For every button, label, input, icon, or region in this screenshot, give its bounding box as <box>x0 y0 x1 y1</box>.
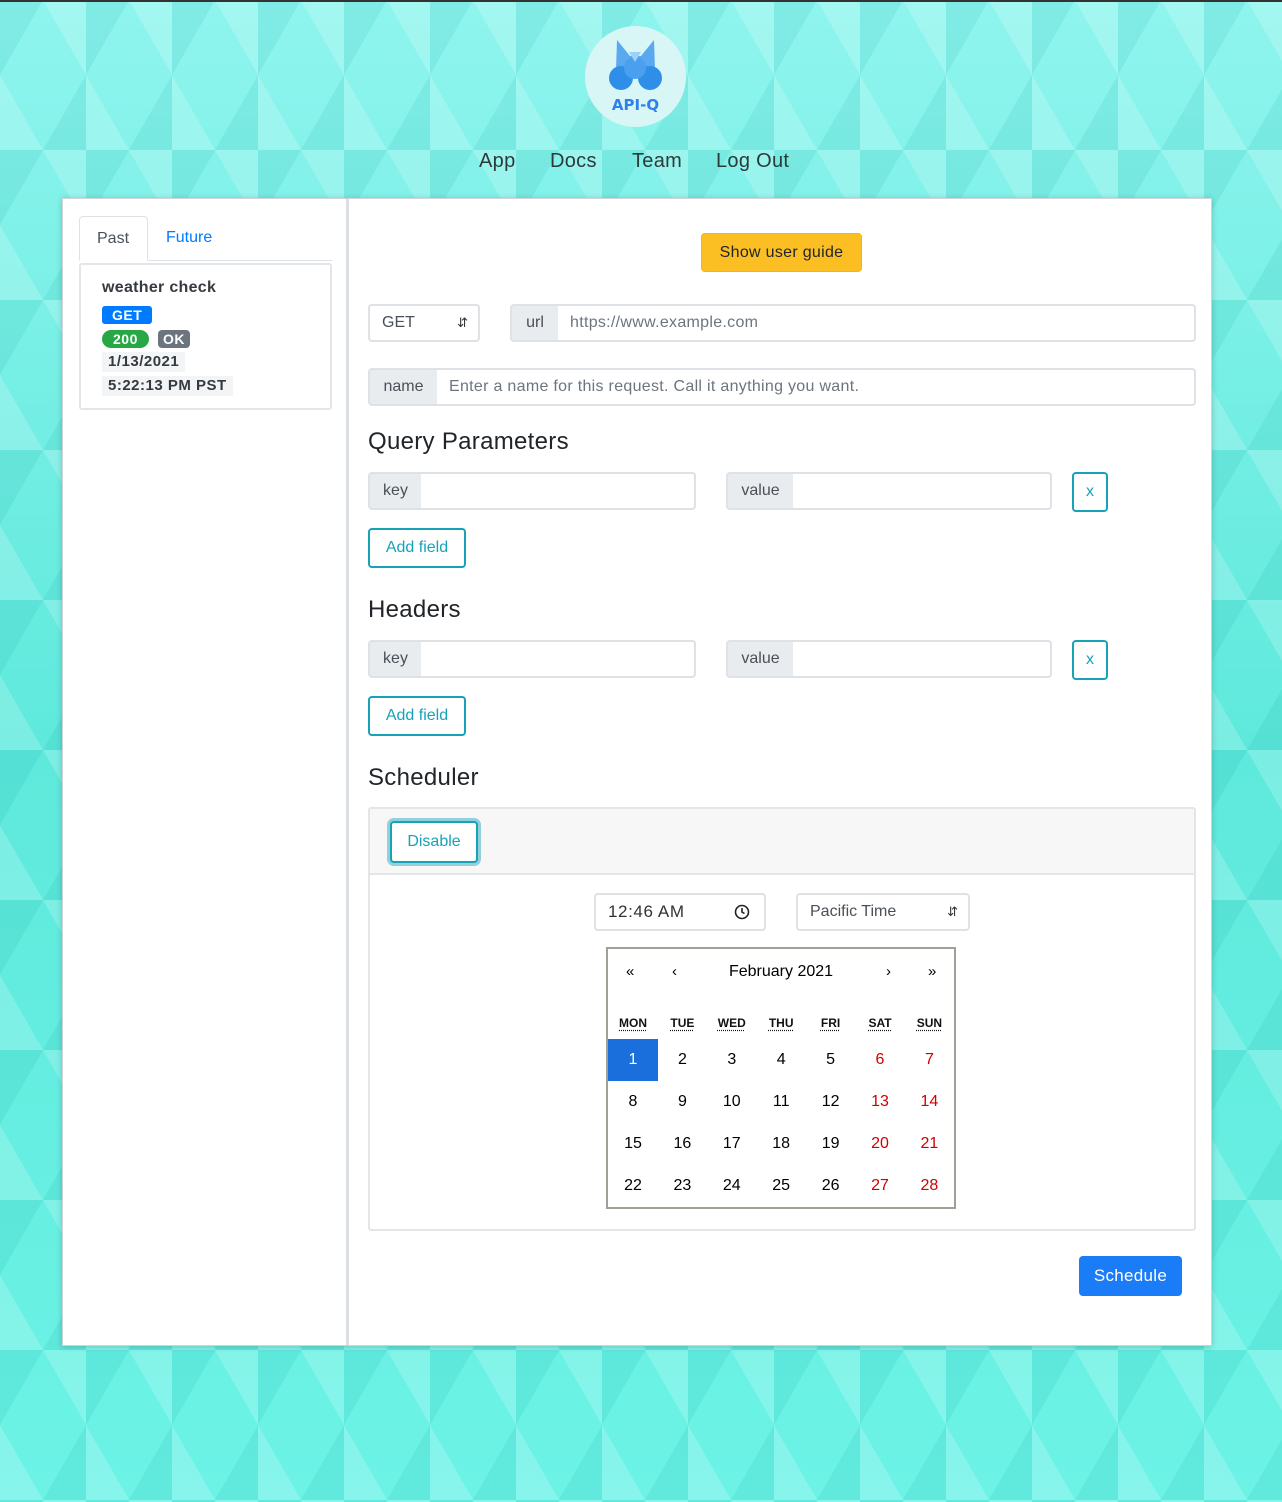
header-key-addon: key <box>368 640 423 678</box>
calendar-day[interactable]: 11 <box>756 1081 806 1123</box>
method-select-value: GET <box>382 314 415 331</box>
history-sidebar: Past Future weather check GET 200 OK 1/1… <box>63 199 349 1345</box>
nav-app[interactable]: App <box>479 150 516 173</box>
timezone-value: Pacific Time <box>810 903 897 920</box>
calendar-day[interactable]: 26 <box>806 1165 856 1207</box>
query-key-group: key <box>368 472 696 510</box>
calendar-day[interactable]: 19 <box>806 1123 856 1165</box>
date-calendar: « ‹ February 2021 › » MON TUE WED THU FRI SAT… <box>606 947 956 1209</box>
weekday-fri: FRI <box>820 1016 841 1030</box>
time-input[interactable]: 12:46 AM <box>594 893 766 931</box>
history-item-date: 1/13/2021 <box>102 352 186 372</box>
header-key-input[interactable] <box>421 640 696 678</box>
calendar-day[interactable]: 16 <box>657 1123 707 1165</box>
history-item-name: weather check <box>102 279 217 296</box>
calendar-day[interactable]: 10 <box>707 1081 757 1123</box>
method-badge: GET <box>102 306 153 324</box>
calendar-day[interactable]: 1 <box>608 1039 658 1081</box>
history-tabs: Past Future <box>79 216 332 261</box>
disable-scheduler-button[interactable]: Disable <box>390 821 478 863</box>
calendar-day[interactable]: 9 <box>657 1081 707 1123</box>
main-nav: App Docs Team Log Out <box>0 150 1282 180</box>
scheduler-heading: Scheduler <box>368 764 479 791</box>
request-editor: Show user guide GET ⇵ url https://www.ex… <box>352 199 1212 1345</box>
calendar-day[interactable]: 8 <box>608 1081 658 1123</box>
name-addon: name <box>368 368 439 406</box>
calendar-day[interactable]: 28 <box>904 1165 954 1207</box>
url-input[interactable]: https://www.example.com <box>558 304 1196 342</box>
name-input[interactable]: Enter a name for this request. Call it a… <box>437 368 1196 406</box>
tab-past[interactable]: Past <box>79 216 148 261</box>
url-group: url https://www.example.com <box>510 304 1196 342</box>
calendar-day[interactable]: 17 <box>707 1123 757 1165</box>
select-arrows-icon: ⇵ <box>947 904 958 919</box>
weekday-mon: MON <box>619 1016 647 1030</box>
nav-log-out[interactable]: Log Out <box>716 150 789 173</box>
calendar-day[interactable]: 6 <box>855 1039 905 1081</box>
calendar-day[interactable]: 24 <box>707 1165 757 1207</box>
header-value-addon: value <box>726 640 795 678</box>
remove-header-field-button[interactable]: x <box>1072 640 1108 680</box>
app-logo[interactable]: API-Q <box>585 26 686 127</box>
name-group: name Enter a name for this request. Call… <box>368 368 1196 406</box>
nav-team[interactable]: Team <box>632 150 682 173</box>
calendar-day[interactable]: 25 <box>756 1165 806 1207</box>
window-top-border <box>0 0 1282 2</box>
show-user-guide-button[interactable]: Show user guide <box>701 233 862 272</box>
calendar-day[interactable]: 21 <box>904 1123 954 1165</box>
add-query-field-button[interactable]: Add field <box>368 528 466 568</box>
url-addon: url <box>510 304 560 342</box>
next-month-button[interactable]: › <box>886 963 891 980</box>
remove-query-field-button[interactable]: x <box>1072 472 1108 512</box>
weekday-sat: SAT <box>868 1016 892 1030</box>
query-key-input[interactable] <box>421 472 696 510</box>
history-item[interactable]: weather check GET 200 OK 1/13/2021 5:22:… <box>79 263 332 410</box>
weekday-sun: SUN <box>916 1016 943 1030</box>
query-value-addon: value <box>726 472 795 510</box>
main-card: Past Future weather check GET 200 OK 1/1… <box>62 198 1212 1346</box>
header-value-input[interactable] <box>793 640 1052 678</box>
header-value-group: value <box>726 640 1052 678</box>
calendar-day[interactable]: 27 <box>855 1165 905 1207</box>
calendar-day[interactable]: 4 <box>756 1039 806 1081</box>
scheduler-panel: Disable 12:46 AM Pacific Time ⇵ « ‹ Febr… <box>368 807 1196 1231</box>
calendar-day[interactable]: 14 <box>904 1081 954 1123</box>
time-value: 12:46 AM <box>608 902 685 921</box>
history-item-time: 5:22:13 PM PST <box>102 376 233 396</box>
add-header-field-button[interactable]: Add field <box>368 696 466 736</box>
schedule-button[interactable]: Schedule <box>1079 1256 1182 1296</box>
logo-text: API-Q <box>611 96 660 114</box>
calendar-day[interactable]: 2 <box>657 1039 707 1081</box>
next-year-button[interactable]: » <box>928 963 936 980</box>
calendar-day[interactable]: 5 <box>806 1039 856 1081</box>
clock-icon[interactable] <box>734 904 750 920</box>
status-text-badge: OK <box>158 330 190 348</box>
calendar-day[interactable]: 3 <box>707 1039 757 1081</box>
calendar-day[interactable]: 22 <box>608 1165 658 1207</box>
weekday-wed: WED <box>717 1016 746 1030</box>
query-parameters-heading: Query Parameters <box>368 428 569 455</box>
timezone-select[interactable]: Pacific Time ⇵ <box>796 893 970 931</box>
query-value-input[interactable] <box>793 472 1052 510</box>
status-code-badge: 200 <box>102 330 149 348</box>
tab-future[interactable]: Future <box>149 216 229 261</box>
calendar-day[interactable]: 15 <box>608 1123 658 1165</box>
calendar-month-title[interactable]: February 2021 <box>608 963 954 981</box>
scheduler-header: Disable <box>370 809 1194 875</box>
headers-heading: Headers <box>368 596 461 623</box>
nav-docs[interactable]: Docs <box>550 150 597 173</box>
weekday-tue: TUE <box>670 1016 695 1030</box>
calendar-day[interactable]: 20 <box>855 1123 905 1165</box>
weekday-thu: THU <box>768 1016 794 1030</box>
query-key-addon: key <box>368 472 423 510</box>
calendar-day[interactable]: 7 <box>904 1039 954 1081</box>
method-select[interactable]: GET ⇵ <box>368 304 480 342</box>
query-value-group: value <box>726 472 1052 510</box>
calendar-day[interactable]: 13 <box>855 1081 905 1123</box>
select-arrows-icon: ⇵ <box>457 315 468 330</box>
calendar-day[interactable]: 23 <box>657 1165 707 1207</box>
calendar-day[interactable]: 12 <box>806 1081 856 1123</box>
header-key-group: key <box>368 640 696 678</box>
calendar-day[interactable]: 18 <box>756 1123 806 1165</box>
